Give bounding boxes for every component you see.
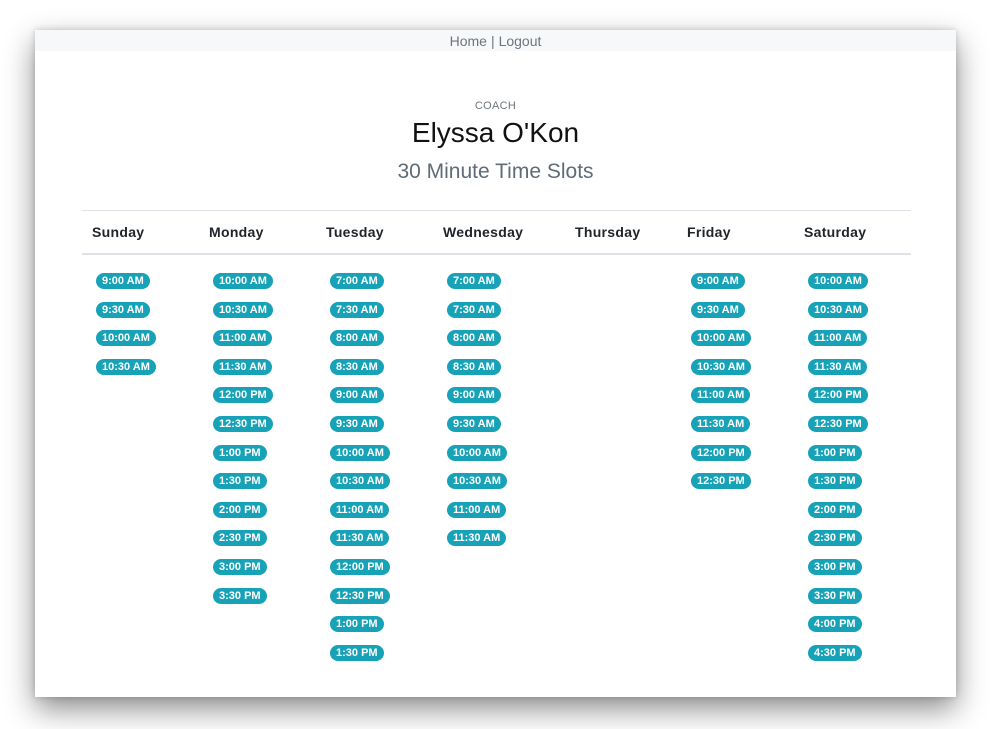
time-slot-button[interactable]: 3:30 PM xyxy=(213,587,267,604)
time-slot-button[interactable]: 11:30 AM xyxy=(808,358,868,375)
time-slot-button[interactable]: 12:00 PM xyxy=(330,558,390,575)
time-slot-button[interactable]: 2:00 PM xyxy=(808,501,862,518)
time-slot-button[interactable]: 3:00 PM xyxy=(808,558,862,575)
time-slot-button[interactable]: 11:30 AM xyxy=(330,530,390,547)
time-slot-button[interactable]: 12:30 PM xyxy=(213,415,273,432)
time-slot-button[interactable]: 12:00 PM xyxy=(691,444,751,461)
coach-name: Elyssa O'Kon xyxy=(411,117,580,148)
time-slot-button[interactable]: 9:00 AM xyxy=(330,387,384,404)
time-slot-button[interactable]: 11:30 AM xyxy=(447,530,507,547)
time-slot-button[interactable]: 11:00 AM xyxy=(691,387,751,404)
time-slot-button[interactable]: 11:30 AM xyxy=(691,415,751,432)
time-slot-button[interactable]: 2:30 PM xyxy=(808,530,862,547)
time-slot-button[interactable]: 9:30 AM xyxy=(447,415,501,432)
time-slot-button[interactable]: 7:30 AM xyxy=(447,301,501,318)
slot-columns: 9:00 AM 9:30 AM 10:00 AM 10:30 AM 10:00 AM 1… xyxy=(82,255,911,673)
slot-column-thursday xyxy=(565,273,677,673)
top-nav: Home | Logout xyxy=(35,30,956,51)
time-slot-button[interactable]: 10:00 AM xyxy=(808,273,868,289)
day-header-sunday: Sunday xyxy=(92,224,145,240)
time-slot-button[interactable]: 11:30 AM xyxy=(213,358,273,375)
time-slot-button[interactable]: 10:00 AM xyxy=(213,273,273,289)
day-header-friday: Friday xyxy=(687,224,731,240)
nav-separator: | xyxy=(490,33,495,49)
time-slot-button[interactable]: 9:00 AM xyxy=(447,387,501,404)
time-slot-button[interactable]: 9:00 AM xyxy=(691,273,745,289)
time-slot-button[interactable]: 10:30 AM xyxy=(808,301,868,318)
time-slot-button[interactable]: 10:00 AM xyxy=(691,330,751,347)
time-slot-button[interactable]: 2:00 PM xyxy=(213,501,267,518)
slot-column-tuesday: 7:00 AM 7:30 AM 8:00 AM 8:30 AM 9:00 AM 9:30 … xyxy=(316,273,433,673)
time-slot-button[interactable]: 10:30 AM xyxy=(447,473,507,490)
time-slot-button[interactable]: 9:00 AM xyxy=(96,273,150,289)
coach-header: COACH Elyssa O'Kon 30 Minute Time Slots xyxy=(35,100,956,185)
time-slot-button[interactable]: 2:30 PM xyxy=(213,530,267,547)
time-slot-button[interactable]: 8:00 AM xyxy=(330,330,384,347)
time-slot-button[interactable]: 1:00 PM xyxy=(213,444,267,461)
slot-column-saturday: 10:00 AM 10:30 AM 11:00 AM 11:30 AM 12:00 PM… xyxy=(794,273,911,673)
time-slot-button[interactable]: 12:30 PM xyxy=(330,587,390,604)
day-header-monday: Monday xyxy=(209,224,264,240)
time-slot-button[interactable]: 4:30 PM xyxy=(808,644,862,661)
slot-column-sunday: 9:00 AM 9:30 AM 10:00 AM 10:30 AM xyxy=(82,273,199,673)
slot-column-monday: 10:00 AM 10:30 AM 11:00 AM 11:30 AM 12:00 PM… xyxy=(199,273,316,673)
day-header-tuesday: Tuesday xyxy=(326,224,384,240)
time-slot-button[interactable]: 10:30 AM xyxy=(691,358,751,375)
home-link[interactable]: Home xyxy=(450,33,487,49)
time-slot-button[interactable]: 8:00 AM xyxy=(447,330,501,347)
slot-column-wednesday: 7:00 AM 7:30 AM 8:00 AM 8:30 AM 9:00 AM 9:30 … xyxy=(433,273,565,673)
role-label: COACH xyxy=(474,100,517,112)
time-slot-button[interactable]: 3:00 PM xyxy=(213,558,267,575)
time-slot-button[interactable]: 1:00 PM xyxy=(330,616,384,633)
time-slot-button[interactable]: 1:30 PM xyxy=(330,644,384,661)
time-slot-button[interactable]: 7:00 AM xyxy=(447,273,501,289)
time-slot-button[interactable]: 1:00 PM xyxy=(808,444,862,461)
slot-column-friday: 9:00 AM 9:30 AM 10:00 AM 10:30 AM 11:00 AM 11… xyxy=(677,273,794,673)
time-slot-button[interactable]: 9:30 AM xyxy=(96,301,150,318)
day-header-wednesday: Wednesday xyxy=(443,224,524,240)
time-slot-button[interactable]: 12:00 PM xyxy=(213,387,273,404)
page-subtitle: 30 Minute Time Slots xyxy=(397,160,594,183)
time-slot-button[interactable]: 10:30 AM xyxy=(330,473,390,490)
time-slot-button[interactable]: 11:00 AM xyxy=(213,330,273,347)
time-slot-button[interactable]: 10:30 AM xyxy=(213,301,273,318)
day-header-saturday: Saturday xyxy=(804,224,867,240)
time-slot-button[interactable]: 9:30 AM xyxy=(691,301,745,318)
time-slot-button[interactable]: 11:00 AM xyxy=(447,501,507,518)
time-slot-button[interactable]: 12:30 PM xyxy=(691,473,751,490)
time-slot-button[interactable]: 12:30 PM xyxy=(808,415,868,432)
time-slot-button[interactable]: 8:30 AM xyxy=(447,358,501,375)
day-header-thursday: Thursday xyxy=(575,224,641,240)
day-header-row: Sunday Monday Tuesday Wednesday Thursday… xyxy=(82,210,911,255)
time-slot-button[interactable]: 7:30 AM xyxy=(330,301,384,318)
time-slot-button[interactable]: 3:30 PM xyxy=(808,587,862,604)
time-slot-button[interactable]: 10:00 AM xyxy=(330,444,390,461)
time-slot-button[interactable]: 7:00 AM xyxy=(330,273,384,289)
time-slot-button[interactable]: 12:00 PM xyxy=(808,387,868,404)
time-slot-button[interactable]: 4:00 PM xyxy=(808,616,862,633)
time-slot-button[interactable]: 1:30 PM xyxy=(213,473,267,490)
app-window: Home | Logout COACH Elyssa O'Kon 30 Minute… xyxy=(35,30,956,697)
time-slot-button[interactable]: 8:30 AM xyxy=(330,358,384,375)
time-slot-button[interactable]: 10:00 AM xyxy=(447,444,507,461)
time-slot-button[interactable]: 9:30 AM xyxy=(330,415,384,432)
time-slot-button[interactable]: 11:00 AM xyxy=(330,501,390,518)
time-slot-button[interactable]: 10:30 AM xyxy=(96,358,156,375)
logout-link[interactable]: Logout xyxy=(499,33,542,49)
time-slot-button[interactable]: 10:00 AM xyxy=(96,330,156,347)
schedule-table: Sunday Monday Tuesday Wednesday Thursday… xyxy=(82,210,911,673)
time-slot-button[interactable]: 11:00 AM xyxy=(808,330,868,347)
time-slot-button[interactable]: 1:30 PM xyxy=(808,473,862,490)
